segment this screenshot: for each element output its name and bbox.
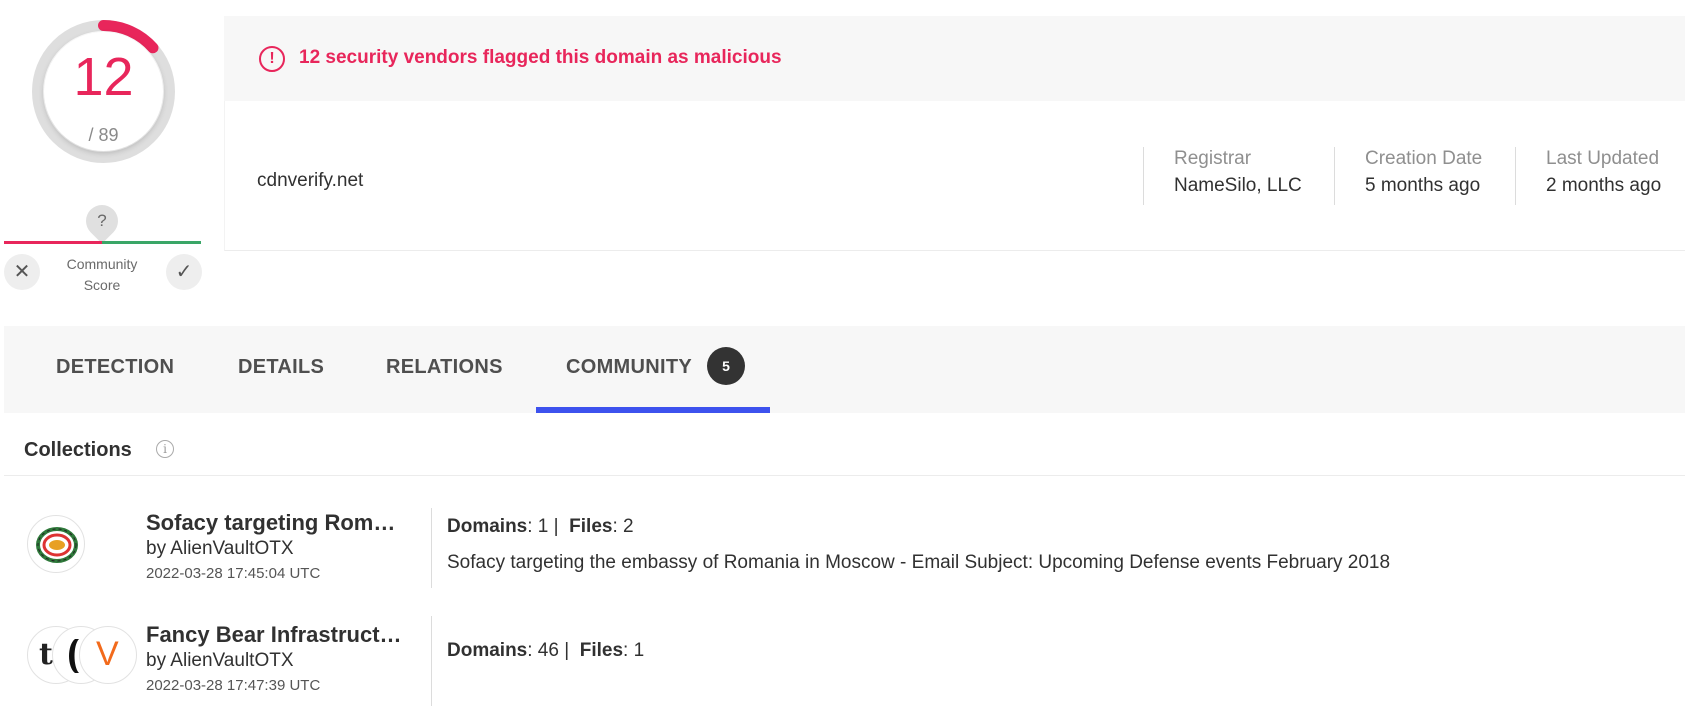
collections-title: Collections <box>24 439 132 461</box>
meta-creation-date: Creation Date 5 months ago <box>1334 147 1482 205</box>
collection-name[interactable]: Fancy Bear Infrastruct… <box>146 622 416 648</box>
score-center: 12 / 89 <box>44 32 163 151</box>
page: 12 / 89 ? ✕ Community Score ✓ ! 12 secur… <box>0 0 1685 706</box>
files-label: Files <box>579 640 624 661</box>
meta-registrar: Registrar NameSilo, LLC <box>1143 147 1302 205</box>
meta-value: 2 months ago <box>1546 175 1662 196</box>
avatar-letter: V <box>96 635 119 673</box>
tab-relations[interactable]: RELATIONS <box>386 356 503 379</box>
tab-details[interactable]: DETAILS <box>238 356 324 379</box>
domains-label: Domains <box>447 516 528 537</box>
domain-name[interactable]: cdnverify.net <box>257 170 363 192</box>
meta-last-updated: Last Updated 2 months ago <box>1515 147 1661 205</box>
tab-detection[interactable]: DETECTION <box>56 356 174 379</box>
meta-label: Registrar <box>1174 148 1252 169</box>
check-icon: ✓ <box>175 261 193 283</box>
collection-description: Sofacy targeting the embassy of Romania … <box>447 552 1391 573</box>
domain-info-panel: cdnverify.net Registrar NameSilo, LLC Cr… <box>224 101 1685 251</box>
files-label: Files <box>569 516 613 537</box>
collections-header: Collections i <box>4 420 1685 476</box>
alert-icon: ! <box>259 46 285 72</box>
collection-date: 2022-03-28 17:45:04 UTC <box>146 565 321 582</box>
community-score-label: Community Score <box>66 256 138 293</box>
collection-avatar-3: V <box>79 626 137 684</box>
vote-harmless-button[interactable]: ✓ <box>166 254 202 290</box>
active-tab-indicator <box>536 407 770 413</box>
domains-value: : 46 | <box>527 640 570 661</box>
collection-stats: Domains: 46 | Files: 1 <box>447 640 644 662</box>
meta-label: Last Updated <box>1546 148 1660 169</box>
close-icon: ✕ <box>13 261 31 283</box>
collection-name[interactable]: Sofacy targeting Rom… <box>146 510 416 536</box>
meta-label: Creation Date <box>1365 148 1483 169</box>
meta-value: 5 months ago <box>1365 175 1481 196</box>
alert-text: 12 security vendors flagged this domain … <box>299 47 782 68</box>
collection-row[interactable]: Sofacy targeting Rom… by AlienVaultOTX 2… <box>4 476 1685 588</box>
detection-score-gauge: 12 / 89 <box>28 16 179 167</box>
domains-label: Domains <box>447 640 528 661</box>
collection-author[interactable]: by AlienVaultOTX <box>146 538 294 560</box>
collection-stats: Domains: 1 | Files: 2 <box>447 516 634 538</box>
detection-count: 12 <box>73 47 134 107</box>
collection-row[interactable]: t V Fancy Bear Infrastruct… by AlienVaul… <box>4 586 1685 706</box>
community-score-bar-malicious <box>4 241 102 244</box>
vote-malicious-button[interactable]: ✕ <box>4 254 40 290</box>
meta-value: NameSilo, LLC <box>1174 175 1302 196</box>
tab-community[interactable]: COMMUNITY <box>566 356 692 379</box>
community-score-value: ? <box>97 211 107 230</box>
row-divider <box>431 616 432 706</box>
collection-date: 2022-03-28 17:47:39 UTC <box>146 677 321 694</box>
info-icon[interactable]: i <box>156 440 174 458</box>
domains-value: : 1 | <box>527 516 559 537</box>
malicious-alert-banner: ! 12 security vendors flagged this domai… <box>224 16 1685 101</box>
tab-bar: DETECTION DETAILS RELATIONS COMMUNITY 5 <box>4 326 1685 413</box>
engine-total: / 89 <box>88 125 119 145</box>
files-value: : 1 <box>623 640 645 661</box>
collection-avatar <box>27 515 85 573</box>
community-count-badge: 5 <box>707 347 745 385</box>
community-score-bar-harmless <box>102 241 201 244</box>
avatar-letter: t <box>39 637 53 672</box>
row-divider <box>431 508 432 588</box>
collection-logo-icon <box>36 527 78 563</box>
collection-author[interactable]: by AlienVaultOTX <box>146 650 294 672</box>
files-value: : 2 <box>612 516 634 537</box>
